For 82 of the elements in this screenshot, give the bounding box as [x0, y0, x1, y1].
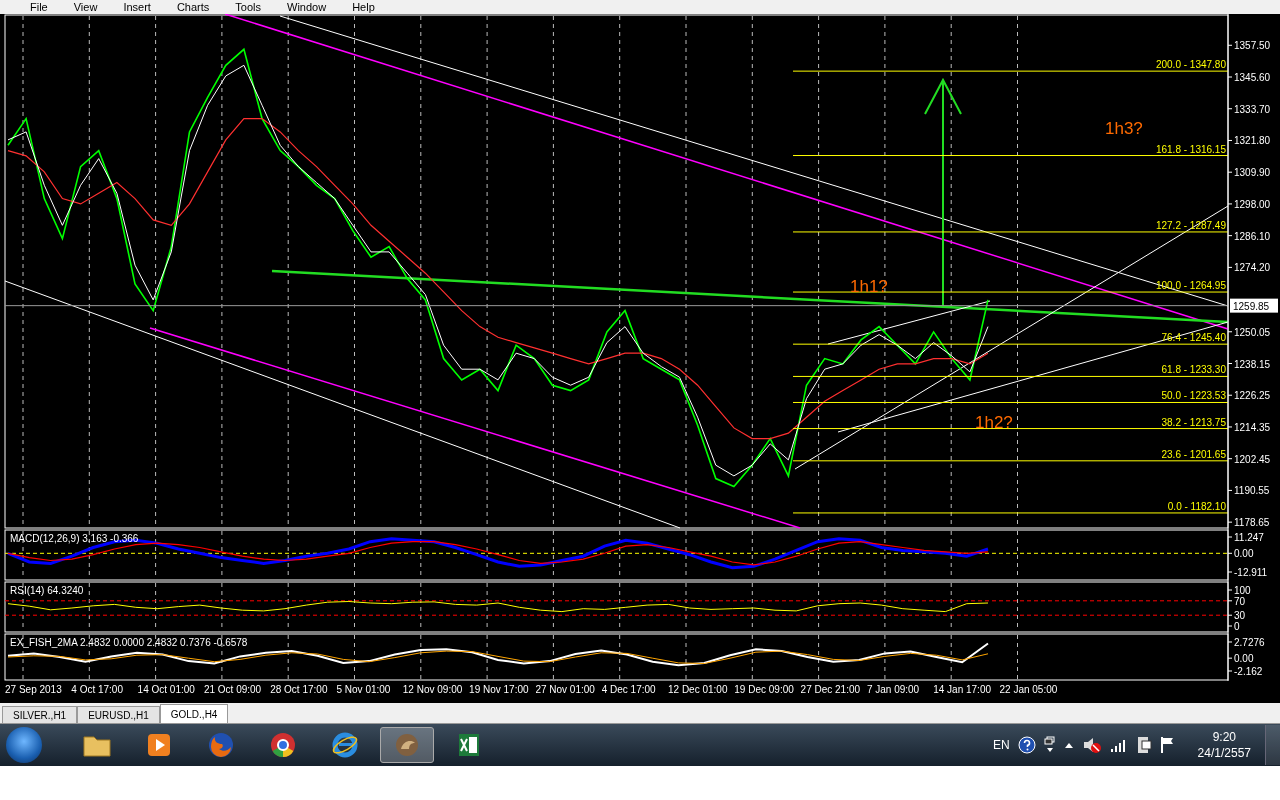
axis-label: -2.162: [1234, 666, 1263, 677]
fib-level-label: 100.0 - 1264.95: [1155, 280, 1226, 292]
axis-label: 2.7276: [1234, 637, 1265, 648]
time-axis-label: 22 Jan 05:00: [999, 684, 1058, 695]
time-axis-label: 27 Nov 01:00: [535, 684, 595, 695]
menu-item[interactable]: Tools: [235, 1, 261, 13]
fib-level-label: 23.6 - 1201.65: [1161, 448, 1226, 460]
fib-level-label: 200.0 - 1347.80: [1155, 59, 1226, 71]
play-icon: [145, 731, 173, 759]
axis-label: 100: [1234, 585, 1251, 596]
time-axis-label: 19 Nov 17:00: [469, 684, 529, 695]
axis-label: 70: [1234, 595, 1246, 607]
axis-label: 0.00: [1234, 653, 1254, 665]
axis-label: 1190.55: [1234, 485, 1270, 497]
language-indicator[interactable]: EN: [992, 738, 1010, 752]
indicator-label: EX_FISH_2MA 2.4832 0.0000 2.4832 0.7376 -0.6578: [10, 637, 248, 648]
axis-label: 1357.50: [1234, 40, 1271, 52]
fib-level-label: 61.8 - 1233.30: [1161, 364, 1226, 376]
globe-fox-icon: [207, 731, 235, 759]
show-hidden-icon[interactable]: [1063, 741, 1074, 749]
time-axis-label: 4 Dec 17:00: [601, 684, 656, 695]
axis-label: 1214.35: [1234, 421, 1271, 433]
axis-label: 1238.15: [1234, 358, 1271, 370]
clock[interactable]: 9:20 24/1/2557: [1197, 729, 1251, 761]
fib-level-label: 50.0 - 1223.53: [1161, 390, 1226, 402]
chart-note: 1h2?: [975, 413, 1013, 432]
axis-label: 1250.05: [1234, 326, 1271, 338]
window-switch-icon[interactable]: [1043, 736, 1056, 754]
menu-item[interactable]: Charts: [176, 1, 210, 13]
power-plug-icon[interactable]: [1135, 735, 1152, 755]
time-axis-label: 12 Dec 01:00: [668, 684, 728, 695]
axis-label: 0: [1234, 621, 1240, 632]
time-axis-label: 4 Oct 17:00: [71, 684, 123, 695]
menu-item[interactable]: File: [30, 1, 48, 13]
time-axis-label: 14 Oct 01:00: [137, 684, 195, 695]
axis-label: 1298.00: [1234, 198, 1271, 210]
menu-item[interactable]: Insert: [123, 1, 151, 13]
chart-tab[interactable]: SILVER.,H1: [2, 706, 78, 723]
axis-label: 1333.70: [1234, 103, 1271, 115]
bull-icon: [393, 731, 421, 759]
speaker-muted-icon[interactable]: [1081, 736, 1102, 754]
axis-label: 0.00: [1234, 548, 1254, 560]
indicator-label: RSI(14) 64.3240: [10, 585, 84, 596]
axis-label: 1274.20: [1234, 262, 1271, 274]
axis-label: 1321.80: [1234, 135, 1271, 147]
axis-label: 1226.25: [1234, 390, 1271, 402]
time-axis-label: 21 Oct 09:00: [203, 684, 262, 695]
chart-note: 1h3?: [1105, 119, 1143, 138]
time-axis-label: 27 Dec 21:00: [800, 684, 861, 695]
time-axis-label: 5 Nov 01:00: [336, 684, 391, 695]
axis-label: 30: [1234, 610, 1246, 622]
axis-label: 11.247: [1234, 532, 1264, 543]
clock-date: 24/1/2557: [1197, 745, 1251, 761]
chart-tab[interactable]: EURUSD.,H1: [77, 706, 160, 723]
axis-label: 1345.60: [1234, 72, 1271, 83]
browser-e-icon: [331, 731, 359, 759]
axis-label: 1202.45: [1234, 453, 1271, 465]
browser-icon: [269, 731, 297, 759]
fib-level-label: 38.2 - 1213.75: [1161, 416, 1226, 428]
fib-level-label: 0.0 - 1182.10: [1167, 500, 1226, 512]
time-axis-label: 14 Jan 17:00: [933, 684, 992, 695]
signal-bars-icon[interactable]: [1109, 738, 1128, 752]
axis-label: -12.911: [1234, 567, 1268, 578]
time-axis-label: 7 Jan 09:00: [866, 684, 920, 695]
time-axis-label: 19 Dec 09:00: [734, 684, 794, 695]
menu-item[interactable]: Help: [352, 1, 375, 13]
fib-level-label: 161.8 - 1316.15: [1155, 143, 1226, 155]
axis-label: 1178.65: [1234, 517, 1270, 529]
time-axis-label: 12 Nov 09:00: [402, 684, 463, 695]
menu-item[interactable]: View: [73, 1, 98, 13]
time-axis-label: 27 Sep 2013: [5, 684, 62, 695]
time-axis-label: 28 Oct 17:00: [270, 684, 328, 695]
axis-label: 1309.90: [1234, 167, 1271, 179]
menu-item[interactable]: Window: [287, 1, 327, 13]
start-button[interactable]: [6, 727, 42, 763]
chart-note: 1h1?: [850, 277, 888, 296]
help-icon[interactable]: [1017, 736, 1036, 754]
axis-label: 1286.10: [1234, 230, 1271, 242]
chart-tab[interactable]: GOLD.,H4: [159, 704, 229, 723]
price-marker: 1259.85: [1230, 298, 1278, 313]
flag-icon[interactable]: [1159, 736, 1176, 754]
clock-time: 9:20: [1212, 729, 1236, 745]
